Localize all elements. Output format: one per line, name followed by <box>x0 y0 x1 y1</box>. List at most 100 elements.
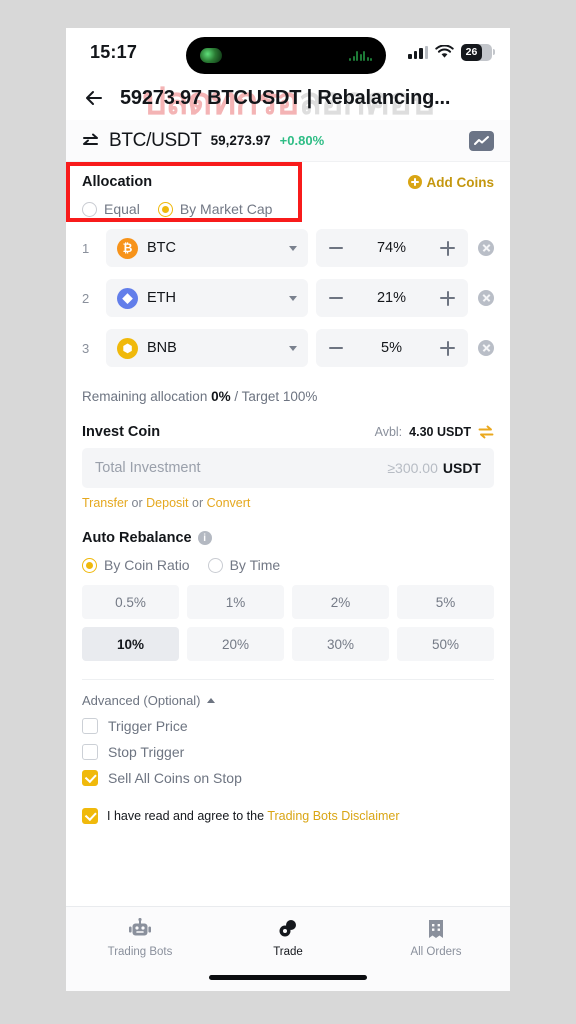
rebalance-mode-group: By Coin Ratio By Time <box>66 557 510 573</box>
invest-coin-label: Invest Coin <box>82 424 161 440</box>
checkbox-icon-checked <box>82 770 98 786</box>
radio-icon-selected <box>157 201 173 217</box>
threshold-chip[interactable]: 30% <box>292 627 389 661</box>
audio-wave-icon <box>349 50 372 61</box>
avbl-label: Avbl: <box>374 425 403 439</box>
link-separator: or <box>128 496 147 510</box>
min-investment-hint: ≥300.00 <box>387 460 438 476</box>
percent-stepper-btc: 74% <box>316 229 468 267</box>
radio-icon <box>207 557 223 573</box>
plus-button[interactable] <box>440 340 455 356</box>
swap-arrows-icon[interactable] <box>82 132 100 150</box>
allocation-option-equal[interactable]: Equal <box>82 201 150 217</box>
percent-value[interactable]: 5% <box>343 340 440 356</box>
rebalance-option-by-coin-ratio[interactable]: By Coin Ratio <box>82 557 200 573</box>
rebalance-option-label: By Coin Ratio <box>104 557 190 573</box>
checkbox-label: Sell All Coins on Stop <box>108 770 242 786</box>
threshold-chip[interactable]: 5% <box>397 585 494 619</box>
total-investment-field[interactable]: Total Investment ≥300.00 USDT <box>82 448 494 488</box>
chevron-down-icon <box>289 345 297 351</box>
coin-selector-btc[interactable]: ₿ BTC <box>106 229 308 267</box>
status-bar: 15:17 26 <box>66 28 510 76</box>
coin-row: 3 ⬢ BNB 5% <box>66 323 510 373</box>
link-separator: or <box>188 496 207 510</box>
page-title: 59273.97 BTCUSDT | Rebalancing... <box>120 86 451 109</box>
robot-icon <box>129 918 151 936</box>
pair-bar[interactable]: BTC/USDT 59,273.97 +0.80% <box>66 120 510 162</box>
camera-icon <box>200 48 222 63</box>
coin-list: 1 ₿ BTC 74% 2 ◆ ETH 21% 3 ⬢ BNB 5% <box>66 223 510 373</box>
percent-value[interactable]: 74% <box>343 240 440 256</box>
minus-button[interactable] <box>329 247 343 249</box>
total-investment-placeholder: Total Investment <box>95 460 201 476</box>
threshold-chip[interactable]: 0.5% <box>82 585 179 619</box>
coin-symbol: BTC <box>147 240 176 256</box>
convert-link[interactable]: Convert <box>207 496 251 510</box>
threshold-chip[interactable]: 1% <box>187 585 284 619</box>
advanced-label: Advanced (Optional) <box>82 693 201 708</box>
investment-unit: USDT <box>442 460 481 476</box>
remove-coin-icon[interactable] <box>478 240 494 256</box>
percent-stepper-eth: 21% <box>316 279 468 317</box>
minus-button[interactable] <box>329 297 343 299</box>
remove-coin-icon[interactable] <box>478 290 494 306</box>
pair-symbol: BTC/USDT <box>109 129 202 151</box>
chevron-up-icon <box>206 698 215 703</box>
nav-item-trade[interactable]: Trade <box>214 907 362 969</box>
percent-value[interactable]: 21% <box>343 290 440 306</box>
threshold-chip[interactable]: 2% <box>292 585 389 619</box>
checkbox-stop-trigger[interactable]: Stop Trigger <box>66 734 510 760</box>
allocation-option-label: By Market Cap <box>179 201 273 217</box>
radio-icon <box>82 201 97 217</box>
transfer-arrows-icon[interactable] <box>478 425 494 439</box>
rebalance-option-by-time[interactable]: By Time <box>207 557 291 573</box>
plus-button[interactable] <box>440 290 455 306</box>
advanced-toggle[interactable]: Advanced (Optional) <box>66 680 510 708</box>
auto-rebalance-header: Auto Rebalance i <box>66 510 510 546</box>
nav-item-all-orders[interactable]: All Orders <box>362 907 510 969</box>
bottom-navigation: Trading Bots Trade All Orders <box>66 906 510 991</box>
checkbox-icon <box>82 718 98 734</box>
checkbox-trigger-price[interactable]: Trigger Price <box>66 708 510 734</box>
nav-label: Trade <box>273 946 303 958</box>
chevron-down-icon <box>289 245 297 251</box>
nav-item-trading-bots[interactable]: Trading Bots <box>66 907 214 969</box>
coin-index: 1 <box>82 240 90 256</box>
eth-icon: ◆ <box>117 287 138 309</box>
disclaimer-link[interactable]: Trading Bots Disclaimer <box>267 809 399 823</box>
checkbox-label: Stop Trigger <box>108 744 185 760</box>
add-coins-label: Add Coins <box>426 174 495 190</box>
checkbox-sell-all-coins-on-stop[interactable]: Sell All Coins on Stop <box>66 760 510 786</box>
threshold-chip[interactable]: 50% <box>397 627 494 661</box>
app-header: 59273.97 BTCUSDT | Rebalancing... <box>66 76 510 120</box>
remaining-allocation: Remaining allocation 0% / Target 100% <box>66 373 510 404</box>
allocation-option-by-market-cap[interactable]: By Market Cap <box>157 201 283 217</box>
deposit-link[interactable]: Deposit <box>146 496 188 510</box>
agreement-row[interactable]: I have read and agree to the Trading Bot… <box>66 786 510 824</box>
btc-icon: ₿ <box>117 237 138 259</box>
coin-index: 3 <box>82 340 90 356</box>
info-icon[interactable]: i <box>197 531 212 545</box>
allocation-label: Allocation <box>82 174 153 190</box>
plus-icon <box>407 175 422 189</box>
remove-coin-icon[interactable] <box>478 340 494 356</box>
back-arrow-icon[interactable] <box>82 86 106 110</box>
plus-button[interactable] <box>440 240 455 256</box>
threshold-chip-selected[interactable]: 10% <box>82 627 179 661</box>
orders-icon <box>429 920 443 938</box>
line-chart-icon[interactable] <box>469 130 494 151</box>
checkbox-label: Trigger Price <box>108 718 188 734</box>
coin-selector-eth[interactable]: ◆ ETH <box>106 279 308 317</box>
threshold-chip[interactable]: 20% <box>187 627 284 661</box>
coin-row: 1 ₿ BTC 74% <box>66 223 510 273</box>
battery-icon: 26 <box>461 43 495 61</box>
transfer-link[interactable]: Transfer <box>82 496 128 510</box>
radio-icon-selected <box>82 557 97 573</box>
add-coins-button[interactable]: Add Coins <box>407 174 495 190</box>
agreement-text: I have read and agree to the <box>107 809 268 823</box>
invest-coin-header: Invest Coin Avbl: 4.30 USDT <box>66 404 510 448</box>
available-balance: Avbl: 4.30 USDT <box>375 425 494 439</box>
coin-selector-bnb[interactable]: ⬢ BNB <box>106 329 308 367</box>
minus-button[interactable] <box>329 347 343 349</box>
dynamic-island <box>186 37 386 74</box>
